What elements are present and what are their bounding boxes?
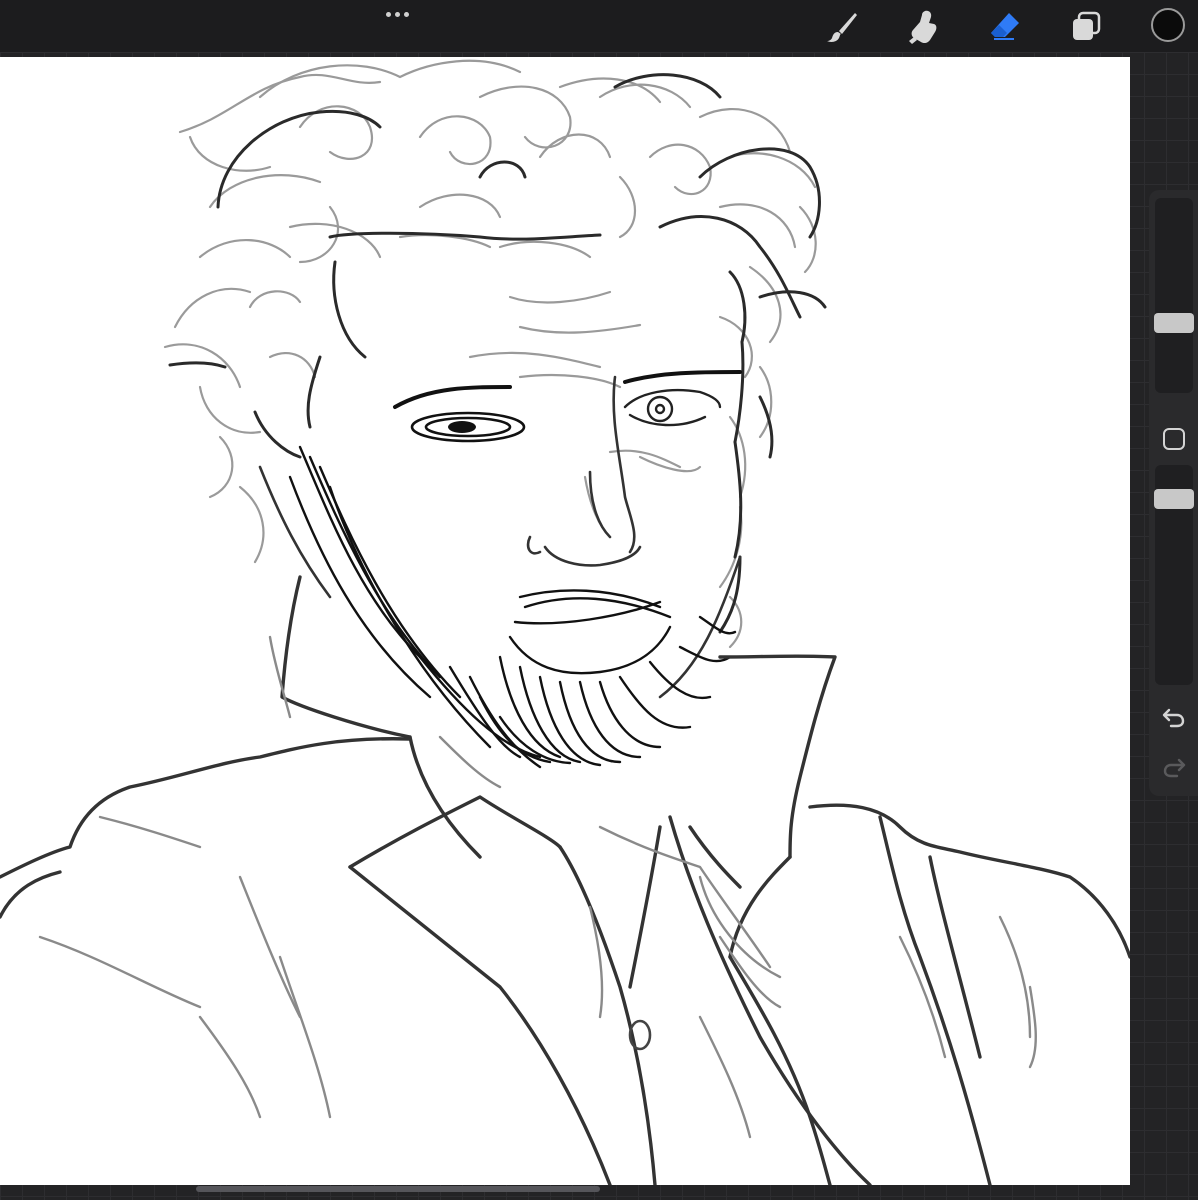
opacity-thumb[interactable] (1154, 489, 1194, 509)
layers-icon (1073, 11, 1101, 40)
more-options-button[interactable] (383, 6, 413, 24)
color-picker-button[interactable] (1151, 8, 1185, 42)
square-modify-icon[interactable] (1163, 428, 1185, 450)
layers-button[interactable] (1066, 7, 1106, 47)
left-handed-sidebar (1149, 190, 1198, 796)
procreate-app (0, 0, 1198, 1200)
eraser-tool-button[interactable] (985, 7, 1025, 47)
undo-arrow-icon (1162, 708, 1185, 728)
brush-tool-button[interactable] (822, 7, 862, 47)
smudge-finger-icon (909, 10, 937, 44)
undo-button[interactable] (1159, 702, 1189, 732)
redo-button[interactable] (1159, 752, 1189, 782)
ellipsis-dot (404, 12, 409, 17)
drawing-canvas[interactable] (0, 57, 1130, 1185)
ellipsis-dot (395, 12, 400, 17)
top-toolbar (0, 0, 1198, 52)
eraser-icon (991, 13, 1019, 40)
smudge-tool-button[interactable] (903, 7, 943, 47)
brush-size-slider[interactable] (1155, 198, 1193, 393)
redo-arrow-icon (1163, 758, 1186, 778)
horizontal-scrollbar[interactable] (196, 1186, 600, 1192)
ellipsis-icon (386, 12, 391, 17)
brush-size-thumb[interactable] (1154, 313, 1194, 333)
paintbrush-icon (827, 13, 857, 42)
sketch-artwork (0, 59, 1130, 1185)
